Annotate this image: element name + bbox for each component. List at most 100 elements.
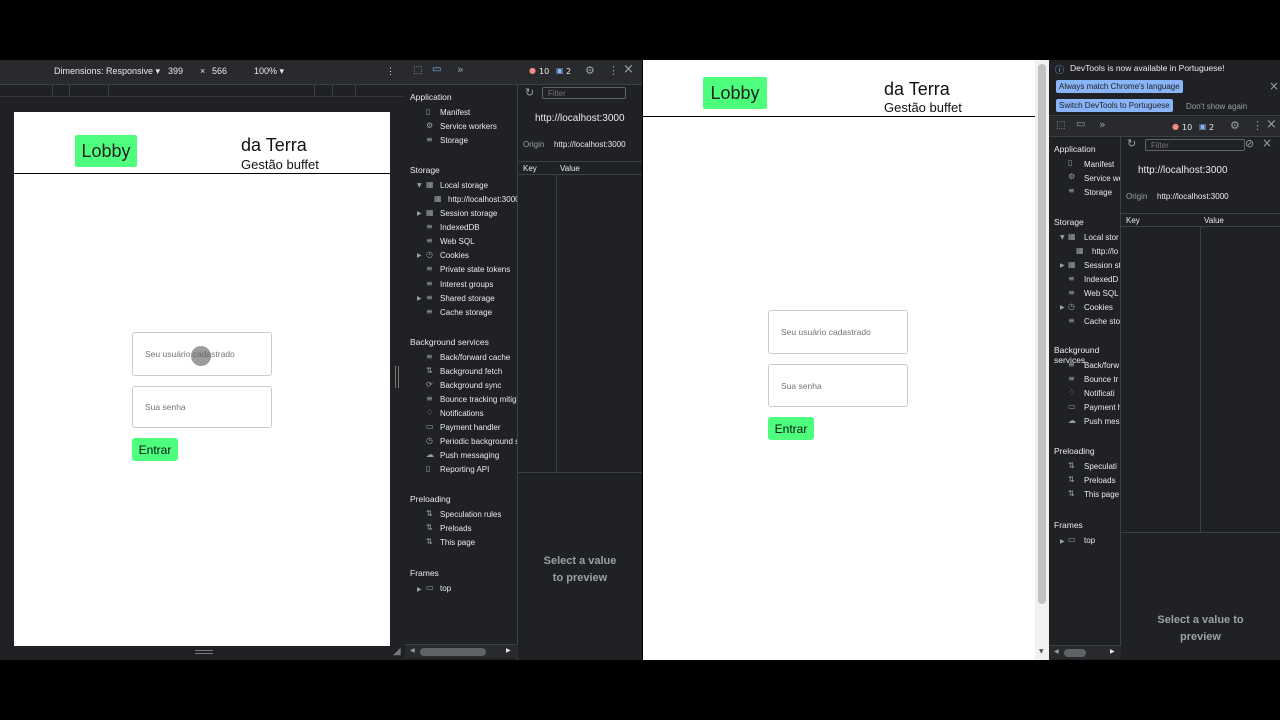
close-devtools-icon[interactable]: ×: [623, 62, 634, 77]
sidebar-item-storage[interactable]: Storage: [440, 136, 468, 145]
switch-to-portuguese-button[interactable]: Switch DevTools to Portuguese: [1056, 99, 1173, 112]
sidebar-item-local-storage[interactable]: Local storage: [440, 181, 488, 190]
sidebar-item-session-storage[interactable]: Session storage: [440, 209, 497, 218]
device-toolbar-more-icon[interactable]: ⋮: [386, 66, 395, 77]
sidebar-item-background-sync[interactable]: Background sync: [440, 381, 501, 390]
error-icon[interactable]: ●: [1172, 122, 1179, 131]
scrollbar-thumb[interactable]: [1064, 649, 1086, 657]
password-input[interactable]: [768, 364, 908, 407]
sidebar-item-service-workers[interactable]: Service workers: [1084, 174, 1120, 183]
zoom-dropdown[interactable]: 100% ▾: [254, 66, 284, 77]
scrollbar-thumb[interactable]: [1038, 64, 1046, 604]
tri-down-icon[interactable]: ▼: [1060, 234, 1065, 241]
sidebar-item-shared-storage[interactable]: Shared storage: [440, 294, 495, 303]
viewport-height-input[interactable]: 566: [212, 66, 227, 76]
inspect-element-icon[interactable]: ⬚: [1056, 120, 1065, 131]
sidebar-item-private-state-tokens[interactable]: Private state tokens: [440, 265, 510, 274]
devtools-menu-icon[interactable]: ⋮: [1252, 119, 1263, 132]
sidebar-item-notifications[interactable]: Notificati: [1084, 389, 1115, 398]
col-key-header[interactable]: Key: [523, 164, 537, 173]
viewport-bottom-resize-handle[interactable]: [195, 650, 213, 654]
dont-show-again-link[interactable]: Don't show again: [1186, 102, 1247, 111]
submit-button[interactable]: Entrar: [132, 438, 178, 461]
password-input[interactable]: [132, 386, 272, 428]
sidebar-item-service-workers[interactable]: Service workers: [440, 122, 497, 131]
scroll-left-icon[interactable]: ◀: [410, 647, 415, 654]
tri-right-icon[interactable]: ▶: [1060, 262, 1065, 269]
sidebar-item-speculation-rules[interactable]: Speculation rules: [440, 510, 501, 519]
sidebar-item-periodic-background-sync[interactable]: Periodic background sync: [440, 437, 517, 446]
sidebar-item-manifest[interactable]: Manifest: [1084, 160, 1114, 169]
scroll-right-icon[interactable]: ▶: [1110, 648, 1115, 655]
delete-selected-icon[interactable]: ×: [1262, 137, 1272, 150]
messages-icon[interactable]: ▣: [1199, 122, 1207, 131]
filter-input[interactable]: [1145, 139, 1245, 151]
inspect-element-icon[interactable]: ⬚: [413, 65, 422, 76]
sidebar-item-notifications[interactable]: Notifications: [440, 409, 484, 418]
sidebar-item-session-storage[interactable]: Session st: [1084, 261, 1120, 270]
sidebar-item-this-page[interactable]: This page: [1084, 490, 1119, 499]
lobby-button[interactable]: Lobby: [703, 77, 767, 109]
sidebar-item-push-messaging[interactable]: Push messaging: [440, 451, 499, 460]
sidebar-item-cache-storage[interactable]: Cache sto: [1084, 317, 1120, 326]
sidebar-item-indexeddb[interactable]: IndexedD: [1084, 275, 1118, 284]
username-input[interactable]: [768, 310, 908, 354]
viewport-corner-resize-icon[interactable]: ◢: [393, 646, 401, 657]
close-devtools-icon[interactable]: ×: [1266, 117, 1277, 132]
refresh-icon[interactable]: ↻: [525, 86, 534, 99]
viewport-width-input[interactable]: 399: [168, 66, 183, 76]
sidebar-item-background-fetch[interactable]: Background fetch: [440, 367, 502, 376]
viewport-side-resize-handle[interactable]: [395, 366, 399, 388]
messages-icon[interactable]: ▣: [556, 66, 564, 75]
submit-button[interactable]: Entrar: [768, 417, 814, 440]
lobby-button[interactable]: Lobby: [75, 135, 137, 167]
sidebar-horizontal-scrollbar[interactable]: ◀ ▶: [1049, 645, 1121, 659]
tri-right-icon[interactable]: ▶: [417, 252, 422, 259]
scroll-left-icon[interactable]: ◀: [1054, 648, 1059, 655]
tri-right-icon[interactable]: ▶: [417, 210, 422, 217]
sidebar-item-this-page[interactable]: This page: [440, 538, 475, 547]
tri-right-icon[interactable]: ▶: [417, 295, 422, 302]
sidebar-item-reporting-api[interactable]: Reporting API: [440, 465, 489, 474]
tri-right-icon[interactable]: ▶: [1060, 538, 1065, 545]
more-tabs-icon[interactable]: »: [1099, 118, 1106, 131]
dimensions-dropdown[interactable]: Dimensions: Responsive ▾: [54, 66, 160, 77]
tri-down-icon[interactable]: ▼: [417, 182, 422, 189]
sidebar-item-web-sql[interactable]: Web SQL: [440, 237, 475, 246]
tri-right-icon[interactable]: ▶: [1060, 304, 1065, 311]
col-value-header[interactable]: Value: [560, 164, 580, 173]
devtools-menu-icon[interactable]: ⋮: [608, 64, 619, 77]
sidebar-item-cookies[interactable]: Cookies: [1084, 303, 1113, 312]
sidebar-item-local-storage-origin[interactable]: http://localhost:3000: [448, 195, 517, 204]
sidebar-item-web-sql[interactable]: Web SQL: [1084, 289, 1119, 298]
error-icon[interactable]: ●: [529, 66, 536, 75]
sidebar-item-frame-top[interactable]: top: [1084, 536, 1095, 545]
sidebar-horizontal-scrollbar[interactable]: ◀ ▶: [405, 644, 518, 658]
sidebar-item-back-forward-cache[interactable]: Back/forw: [1084, 361, 1119, 370]
col-value-header[interactable]: Value: [1204, 216, 1224, 225]
sidebar-item-bounce-tracking[interactable]: Bounce tr: [1084, 375, 1118, 384]
close-infobar-icon[interactable]: ×: [1269, 79, 1279, 93]
col-key-header[interactable]: Key: [1126, 216, 1140, 225]
always-match-language-button[interactable]: Always match Chrome's language: [1056, 80, 1183, 93]
sidebar-item-local-storage[interactable]: Local stor: [1084, 233, 1119, 242]
refresh-icon[interactable]: ↻: [1127, 137, 1136, 150]
sidebar-item-indexeddb[interactable]: IndexedDB: [440, 223, 480, 232]
sidebar-item-local-storage-origin[interactable]: http://lo: [1092, 247, 1118, 256]
sidebar-item-interest-groups[interactable]: Interest groups: [440, 280, 493, 289]
sidebar-item-back-forward-cache[interactable]: Back/forward cache: [440, 353, 510, 362]
settings-gear-icon[interactable]: ⚙: [1230, 119, 1240, 132]
device-toggle-icon[interactable]: ▭: [432, 64, 441, 75]
sidebar-item-cache-storage[interactable]: Cache storage: [440, 308, 492, 317]
sidebar-item-payment-handler[interactable]: Payment handler: [440, 423, 500, 432]
scroll-right-icon[interactable]: ▶: [506, 647, 511, 654]
settings-gear-icon[interactable]: ⚙: [585, 64, 595, 77]
tri-right-icon[interactable]: ▶: [417, 586, 422, 593]
scroll-down-icon[interactable]: ▼: [1039, 648, 1044, 655]
sidebar-item-payment-handler[interactable]: Payment h: [1084, 403, 1120, 412]
scrollbar-thumb[interactable]: [420, 648, 486, 656]
filter-input[interactable]: [542, 87, 626, 99]
sidebar-item-storage[interactable]: Storage: [1084, 188, 1112, 197]
sidebar-item-push-messaging[interactable]: Push mes: [1084, 417, 1120, 426]
sidebar-item-manifest[interactable]: Manifest: [440, 108, 470, 117]
